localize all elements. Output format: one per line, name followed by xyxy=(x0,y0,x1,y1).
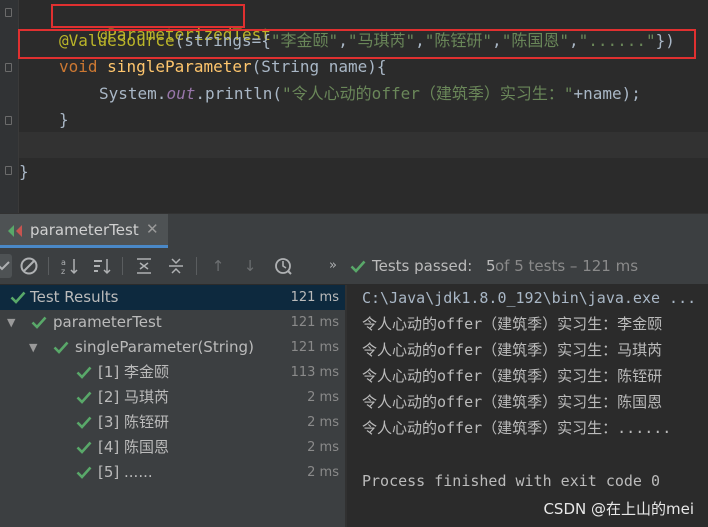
check-icon xyxy=(76,391,92,404)
fold-marker-icon[interactable] xyxy=(5,8,12,17)
run-config-icon xyxy=(8,225,22,237)
check-icon xyxy=(76,466,92,479)
check-icon xyxy=(53,341,69,354)
collapse-all-icon[interactable] xyxy=(166,256,186,276)
code-editor[interactable]: @ParameterizedTest @ValueSource(strings=… xyxy=(0,0,708,213)
highlight-box-value-source xyxy=(18,29,696,59)
console-line: 令人心动的offer（建筑季）实习生：马琪芮 xyxy=(362,341,663,359)
check-icon xyxy=(76,416,92,429)
tree-row-case-3[interactable]: [3] 陈铚研 2 ms xyxy=(0,410,345,435)
console-output[interactable]: C:\Java\jdk1.8.0_192\bin\java.exe ... 令人… xyxy=(347,285,708,527)
tab-parameter-test[interactable]: parameterTest ✕ xyxy=(0,214,168,248)
current-line-highlight xyxy=(19,132,708,158)
sort-alpha-icon[interactable]: az xyxy=(60,256,80,276)
test-results-tree[interactable]: Test Results 121 ms ▼ parameterTest 121 … xyxy=(0,285,345,527)
method-name: singleParameter xyxy=(107,57,252,76)
code-line-6: } xyxy=(19,162,29,181)
tree-row-case-4[interactable]: [4] 陈国恩 2 ms xyxy=(0,435,345,460)
test-runner-toolbar: az ↑ ↓ » Tests passed: 5 of 5 tests – 12… xyxy=(0,248,708,285)
next-icon[interactable]: ↓ xyxy=(240,256,260,276)
tree-row-case-1[interactable]: [1] 李金颐 113 ms xyxy=(0,360,345,385)
console-line: 令人心动的offer（建筑季）实习生：李金颐 xyxy=(362,315,663,333)
tree-row-single-parameter[interactable]: ▼ singleParameter(String) 121 ms xyxy=(0,335,345,360)
check-icon xyxy=(76,366,92,379)
tab-label: parameterTest xyxy=(30,221,139,239)
fold-marker-icon[interactable] xyxy=(5,63,12,72)
run-tab-bar: parameterTest ✕ xyxy=(0,213,708,249)
tree-row-case-2[interactable]: [2] 马琪芮 2 ms xyxy=(0,385,345,410)
console-line: 令人心动的offer（建筑季）实习生：陈铚研 xyxy=(362,367,663,385)
check-icon xyxy=(76,441,92,454)
console-line-exit: Process finished with exit code 0 xyxy=(362,472,661,490)
stop-icon[interactable] xyxy=(19,256,39,276)
highlight-box-parameterized-test xyxy=(51,4,245,28)
code-line-4: System.out.println("令人心动的offer（建筑季）实习生："… xyxy=(99,84,641,103)
history-icon[interactable] xyxy=(273,256,293,276)
svg-text:a: a xyxy=(61,258,66,267)
chevron-down-icon[interactable]: ▼ xyxy=(7,310,15,335)
sort-duration-icon[interactable] xyxy=(92,256,112,276)
more-icon[interactable]: » xyxy=(323,256,343,276)
status-total: of 5 tests – 121 ms xyxy=(495,257,639,275)
code-line-5: } xyxy=(59,110,69,129)
console-line: 令人心动的offer（建筑季）实习生：陈国恩 xyxy=(362,393,663,411)
check-icon xyxy=(31,316,47,329)
rerun-icon[interactable] xyxy=(0,254,12,278)
previous-icon[interactable]: ↑ xyxy=(208,256,228,276)
fold-marker-icon[interactable] xyxy=(5,116,12,125)
console-line-command: C:\Java\jdk1.8.0_192\bin\java.exe ... xyxy=(362,289,697,307)
fold-marker-icon[interactable] xyxy=(5,166,12,175)
tree-row-test-results[interactable]: Test Results 121 ms xyxy=(0,285,345,310)
editor-gutter xyxy=(0,0,19,213)
chevron-down-icon[interactable]: ▼ xyxy=(29,335,37,360)
check-icon xyxy=(350,260,366,273)
console-line: 令人心动的offer（建筑季）实习生：...... xyxy=(362,419,672,437)
tree-row-parameter-test[interactable]: ▼ parameterTest 121 ms xyxy=(0,310,345,335)
tree-row-case-5[interactable]: [5] ...... 2 ms xyxy=(0,460,345,485)
check-icon xyxy=(10,291,26,304)
status-passed-prefix: Tests passed: xyxy=(372,257,473,275)
svg-text:z: z xyxy=(61,267,65,276)
expand-all-icon[interactable] xyxy=(134,256,154,276)
close-icon[interactable]: ✕ xyxy=(146,220,159,238)
watermark: CSDN @在上山的mei xyxy=(543,500,694,518)
code-line-3: void singleParameter(String name){ xyxy=(59,57,387,76)
